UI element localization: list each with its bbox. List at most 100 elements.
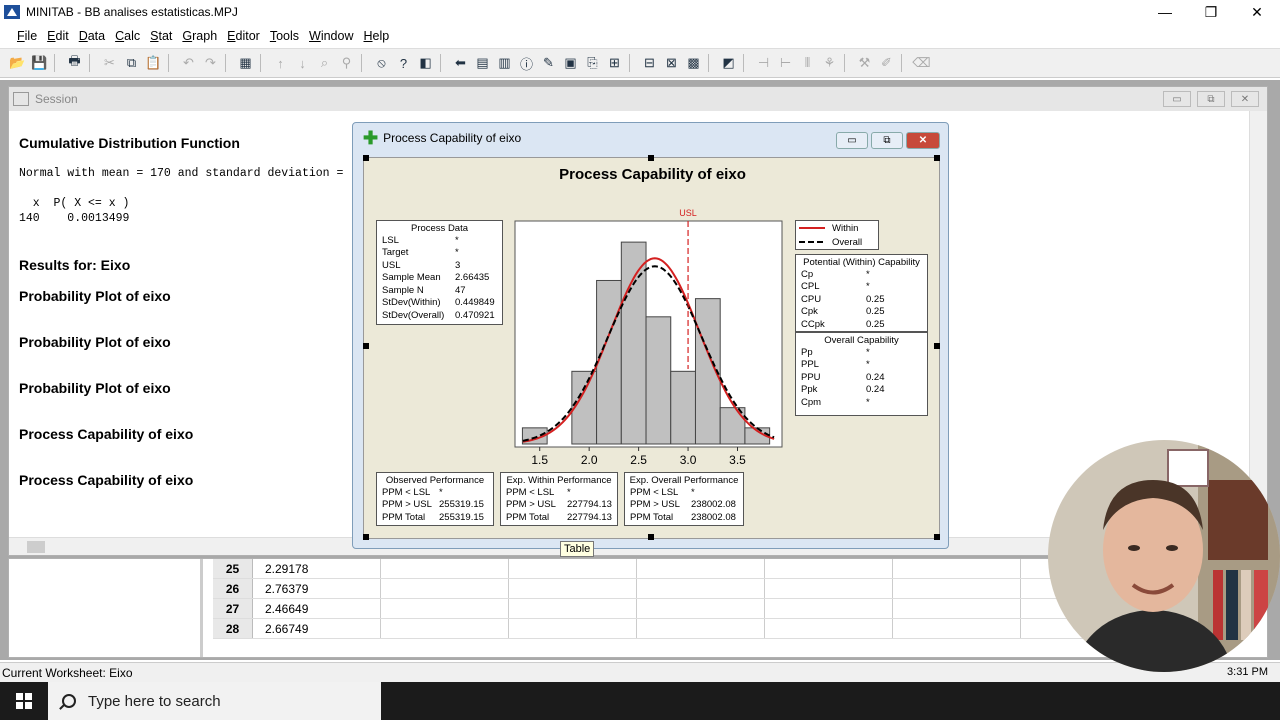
cell[interactable] <box>765 599 893 618</box>
exp-overall-performance-table[interactable]: Exp. Overall Performance PPM < LSL * PPM >… <box>624 472 744 526</box>
graph-maximize-button[interactable]: ⧉ <box>871 132 903 149</box>
menu-file[interactable]: File <box>12 29 42 43</box>
cell[interactable] <box>637 599 765 618</box>
selection-handle[interactable] <box>934 343 940 349</box>
menu-tools[interactable]: Tools <box>265 29 304 43</box>
cell[interactable] <box>893 599 1021 618</box>
open-icon[interactable]: 📂 <box>8 54 27 73</box>
cell[interactable] <box>381 599 509 618</box>
cell[interactable] <box>509 619 637 638</box>
new-graph-icon[interactable]: ⬅ <box>451 54 470 73</box>
selection-handle[interactable] <box>363 534 369 540</box>
menu-graph[interactable]: Graph <box>177 29 222 43</box>
close-button[interactable]: ✕ <box>1234 0 1280 24</box>
session-maximize-button[interactable]: ⧉ <box>1197 91 1225 107</box>
selection-handle[interactable] <box>363 155 369 161</box>
arrow-up-icon[interactable]: ↑ <box>271 54 290 73</box>
report-pad-icon[interactable]: ▣ <box>561 54 580 73</box>
capability-graph[interactable]: Process Capability of eixo Process Data … <box>363 157 940 539</box>
cell[interactable] <box>893 619 1021 638</box>
menu-stat[interactable]: Stat <box>145 29 177 43</box>
brush-tool-icon[interactable]: ⚒ <box>855 54 874 73</box>
menu-help[interactable]: Help <box>359 29 395 43</box>
histogram-plot[interactable]: USL 1.5 2.0 2.5 3.0 3.5 <box>514 204 789 476</box>
menu-edit[interactable]: Edit <box>42 29 74 43</box>
cell[interactable] <box>381 619 509 638</box>
maximize-button[interactable]: ❐ <box>1188 0 1234 24</box>
overall-capability-table[interactable]: Overall Capability Pp * PPL * PPU 0.24 Ppk 0.24… <box>795 332 928 416</box>
cell[interactable] <box>765 619 893 638</box>
cell[interactable]: 2.29178 <box>253 559 381 578</box>
cell[interactable] <box>381 579 509 598</box>
cell[interactable] <box>637 619 765 638</box>
save-icon[interactable]: 💾 <box>30 54 49 73</box>
minimize-button[interactable]: — <box>1142 0 1188 24</box>
selection-handle[interactable] <box>934 155 940 161</box>
show-worksheet-icon[interactable]: ⊟ <box>640 54 659 73</box>
brush-icon[interactable]: ⚘ <box>820 54 839 73</box>
cell[interactable]: 2.46649 <box>253 599 381 618</box>
paste-icon[interactable]: 📋 <box>144 54 163 73</box>
worksheet-window-icon[interactable]: ▥ <box>495 54 514 73</box>
history-icon[interactable]: ✎ <box>539 54 558 73</box>
graph-folder-icon[interactable]: ⊞ <box>605 54 624 73</box>
graph-minimize-button[interactable]: ▭ <box>836 132 868 149</box>
eraser-icon[interactable]: ⌫ <box>912 54 931 73</box>
copy-icon[interactable]: ⧉ <box>122 54 141 73</box>
row-number[interactable]: 27 <box>213 599 253 618</box>
cell[interactable]: 2.76379 <box>253 579 381 598</box>
edit-last-dialog-icon[interactable]: ▦ <box>236 54 255 73</box>
potential-capability-table[interactable]: Potential (Within) Capability Cp * CPL * CPU… <box>795 254 928 332</box>
menu-editor[interactable]: Editor <box>222 29 265 43</box>
observed-performance-table[interactable]: Observed Performance PPM < LSL * PPM > USL… <box>376 472 494 526</box>
close-graphs-icon[interactable]: ▩ <box>684 54 703 73</box>
row-number[interactable]: 26 <box>213 579 253 598</box>
find-icon[interactable]: ⌕ <box>315 54 334 73</box>
info-icon[interactable]: ⓘ <box>517 54 536 73</box>
cell[interactable] <box>765 579 893 598</box>
start-button[interactable] <box>0 682 48 720</box>
menu-window[interactable]: Window <box>304 29 358 43</box>
menu-calc[interactable]: Calc <box>110 29 145 43</box>
move-column-icon[interactable]: ⫴ <box>798 54 817 73</box>
assistant-icon[interactable]: ◧ <box>416 54 435 73</box>
manage-graphs-icon[interactable]: ◩ <box>719 54 738 73</box>
cell[interactable] <box>765 559 893 578</box>
row-number[interactable]: 28 <box>213 619 253 638</box>
cell[interactable] <box>893 579 1021 598</box>
capability-graph-window[interactable]: ✚ Process Capability of eixo ▭ ⧉ ✕ Proce… <box>352 122 949 549</box>
selection-handle[interactable] <box>648 534 654 540</box>
taskbar-search-box[interactable]: Type here to search <box>48 682 381 720</box>
session-close-button[interactable]: ✕ <box>1231 91 1259 107</box>
selection-handle[interactable] <box>363 343 369 349</box>
selection-handle[interactable] <box>934 534 940 540</box>
graph-close-button[interactable]: ✕ <box>906 132 940 149</box>
insert-column-icon[interactable]: ⊢ <box>776 54 795 73</box>
cell[interactable] <box>893 559 1021 578</box>
cell[interactable] <box>381 559 509 578</box>
print-icon[interactable]: 🖶 <box>65 53 84 73</box>
session-minimize-button[interactable]: ▭ <box>1163 91 1191 107</box>
replace-icon[interactable]: ⚲ <box>337 54 356 73</box>
process-data-table[interactable]: Process Data LSL * Target * USL 3 Sample Mean 2… <box>376 220 503 325</box>
session-window-icon[interactable]: ▤ <box>473 54 492 73</box>
undo-icon[interactable]: ↶ <box>179 54 198 73</box>
cell[interactable] <box>637 579 765 598</box>
cell[interactable] <box>509 579 637 598</box>
scrollbar-thumb[interactable] <box>27 541 45 553</box>
help-icon[interactable]: ? <box>394 54 413 73</box>
exp-within-performance-table[interactable]: Exp. Within Performance PPM < LSL * PPM > … <box>500 472 618 526</box>
edit-icon[interactable]: ✐ <box>877 54 896 73</box>
arrow-down-icon[interactable]: ↓ <box>293 54 312 73</box>
cell[interactable]: 2.66749 <box>253 619 381 638</box>
insert-row-icon[interactable]: ⊣ <box>754 54 773 73</box>
selection-handle[interactable] <box>648 155 654 161</box>
cell[interactable] <box>637 559 765 578</box>
cell[interactable] <box>509 559 637 578</box>
show-graphs-icon[interactable]: ⊠ <box>662 54 681 73</box>
row-number[interactable]: 25 <box>213 559 253 578</box>
cancel-icon[interactable]: ⦸ <box>372 54 391 73</box>
cell[interactable] <box>509 599 637 618</box>
cut-icon[interactable]: ✂ <box>100 54 119 73</box>
menu-data[interactable]: Data <box>74 29 110 43</box>
